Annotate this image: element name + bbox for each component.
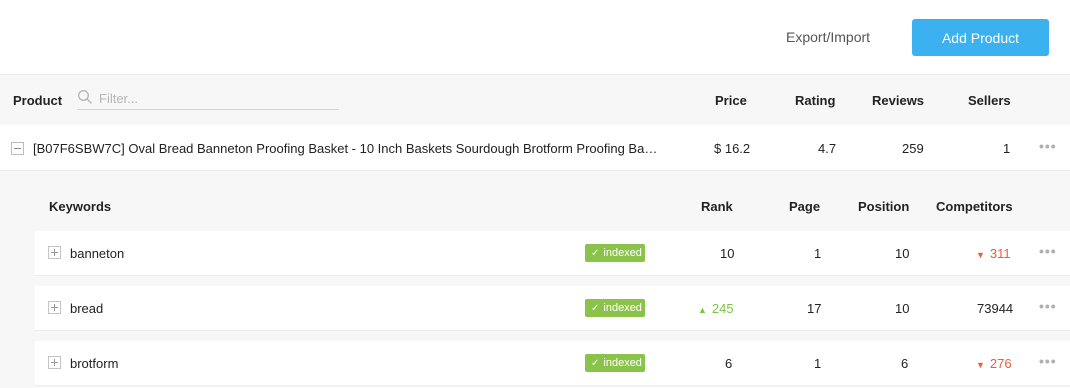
indexed-badge: ✓ indexed <box>585 244 645 262</box>
keyword-competitors: 73944 <box>977 301 1014 316</box>
check-icon: ✓ <box>591 248 600 259</box>
page-column-header[interactable]: Page <box>789 199 820 214</box>
rank-value: 245 <box>711 301 734 316</box>
keyword-position: 10 <box>895 301 910 316</box>
keyword-name: bread <box>70 301 104 316</box>
product-title: [B07F6SBW7C] Oval Bread Banneton Proofin… <box>33 141 658 156</box>
competitors-value: 276 <box>989 356 1012 371</box>
keyword-page: 1 <box>814 356 822 371</box>
keyword-row[interactable]: banneton ✓ indexed 10 1 10 ▼ 311 ••• <box>35 231 1070 276</box>
keywords-column-header: Keywords <box>49 199 112 214</box>
keyword-position: 10 <box>895 246 910 261</box>
keyword-page: 1 <box>814 246 822 261</box>
indexed-badge-label: indexed <box>603 302 642 314</box>
filter-input[interactable] <box>99 88 335 108</box>
keyword-competitors: ▼ 311 <box>976 246 1011 261</box>
expand-toggle-icon[interactable] <box>48 301 61 314</box>
keyword-competitors: ▼ 276 <box>976 356 1012 371</box>
indexed-badge: ✓ indexed <box>585 354 645 372</box>
indexed-badge: ✓ indexed <box>585 299 645 317</box>
filter-field[interactable] <box>77 88 339 110</box>
competitors-value: 311 <box>989 246 1011 261</box>
top-toolbar: Export/Import Add Product <box>0 0 1070 75</box>
keyword-rank: 10 <box>720 246 735 261</box>
export-import-link[interactable]: Export/Import <box>786 29 870 45</box>
product-reviews: 259 <box>902 141 924 156</box>
keyword-row[interactable]: bread ✓ indexed ▲ 245 17 10 73944 ••• <box>35 286 1070 331</box>
trend-down-icon: ▼ <box>976 360 985 370</box>
expand-toggle-icon[interactable] <box>48 356 61 369</box>
product-sellers: 1 <box>1003 141 1011 156</box>
keyword-rank: ▲ 245 <box>698 301 734 316</box>
keyword-name: banneton <box>70 246 125 261</box>
check-icon: ✓ <box>591 303 600 314</box>
add-product-button[interactable]: Add Product <box>912 19 1049 56</box>
more-options-icon[interactable]: ••• <box>1039 243 1057 259</box>
indexed-badge-label: indexed <box>603 247 642 259</box>
keyword-name: brotform <box>70 356 119 371</box>
trend-down-icon: ▼ <box>976 250 985 260</box>
trend-up-icon: ▲ <box>698 305 707 315</box>
sellers-column-header[interactable]: Sellers <box>968 93 1011 108</box>
competitors-column-header[interactable]: Competitors <box>936 199 1013 214</box>
reviews-column-header[interactable]: Reviews <box>872 93 924 108</box>
search-icon <box>78 90 92 104</box>
position-column-header[interactable]: Position <box>858 199 909 214</box>
keyword-row[interactable]: brotform ✓ indexed 6 1 6 ▼ 276 ••• <box>35 341 1070 386</box>
product-rating: 4.7 <box>818 141 837 156</box>
rating-column-header[interactable]: Rating <box>795 93 835 108</box>
more-options-icon[interactable]: ••• <box>1039 353 1057 369</box>
check-icon: ✓ <box>591 358 600 369</box>
price-column-header[interactable]: Price <box>715 93 747 108</box>
rank-column-header[interactable]: Rank <box>701 199 733 214</box>
keyword-position: 6 <box>901 356 909 371</box>
product-price: $ 16.2 <box>714 141 751 156</box>
collapse-toggle-icon[interactable] <box>11 142 24 155</box>
keyword-page: 17 <box>807 301 822 316</box>
product-row[interactable]: [B07F6SBW7C] Oval Bread Banneton Proofin… <box>0 125 1070 171</box>
product-column-header: Product <box>13 93 63 108</box>
keyword-rank: 6 <box>725 356 733 371</box>
indexed-badge-label: indexed <box>603 357 642 369</box>
expand-toggle-icon[interactable] <box>48 246 61 259</box>
more-options-icon[interactable]: ••• <box>1039 298 1057 314</box>
more-options-icon[interactable]: ••• <box>1039 138 1057 154</box>
